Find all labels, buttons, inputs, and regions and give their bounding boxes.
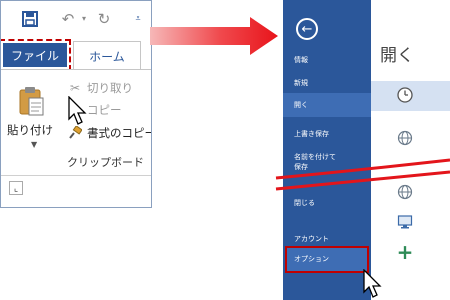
format-painter-button[interactable]: 書式のコピー: [67, 125, 152, 141]
globe-icon-2: [396, 183, 414, 201]
redo-icon[interactable]: ↻: [95, 10, 113, 28]
globe-icon: [396, 129, 414, 147]
nav-item-info[interactable]: 情報: [283, 55, 371, 65]
mouse-cursor-icon: [68, 96, 87, 125]
format-painter-label: 書式のコピー: [87, 126, 152, 140]
ribbon-bottom-divider: [1, 175, 151, 176]
nav-item-save[interactable]: 上書き保存: [283, 129, 371, 139]
computer-icon: [396, 213, 414, 231]
paste-icon[interactable]: [19, 86, 45, 116]
paste-dropdown-icon[interactable]: ▼: [31, 140, 37, 149]
nav-item-save-as-line2: 保存: [294, 163, 308, 171]
backstage-title: 開く: [380, 46, 414, 66]
add-place-icon[interactable]: +: [396, 240, 414, 264]
nav-item-open[interactable]: 開く: [283, 93, 371, 117]
undo-dropdown-icon[interactable]: ▾: [75, 10, 93, 28]
save-icon[interactable]: [21, 10, 39, 28]
quick-access-toolbar: ↶ ▾ ↻ ⩡: [1, 1, 151, 39]
tab-home[interactable]: ホーム: [73, 41, 141, 70]
collapse-ribbon-icon[interactable]: ⌞: [9, 181, 23, 195]
scissors-icon: ✂: [69, 81, 81, 95]
ribbon-tabs: ファイル ホーム: [1, 39, 151, 71]
nav-item-new[interactable]: 新規: [283, 78, 371, 88]
paste-button[interactable]: 貼り付け: [7, 122, 53, 138]
tab-file[interactable]: ファイル: [1, 39, 71, 71]
cut-label: 切り取り: [87, 81, 133, 95]
clipboard-group-label: クリップボード: [67, 156, 144, 169]
backstage-view: ← 情報 新規 開く 上書き保存 名前を付けて 保存 閉じる アカウント オプシ…: [283, 0, 450, 300]
clock-icon: [396, 86, 414, 104]
nav-item-close[interactable]: 閉じる: [283, 198, 371, 208]
nav-item-save-as[interactable]: 名前を付けて 保存: [283, 152, 371, 172]
backstage-nav: ← 情報 新規 開く 上書き保存 名前を付けて 保存 閉じる アカウント オプシ…: [283, 0, 371, 300]
nav-item-save-as-line1: 名前を付けて: [294, 153, 336, 161]
back-arrow-icon[interactable]: ←: [296, 18, 318, 40]
format-painter-icon: [67, 126, 83, 140]
mouse-cursor-icon-2: [363, 269, 382, 298]
nav-item-account[interactable]: アカウント: [283, 234, 371, 244]
transition-arrow: [150, 17, 278, 55]
copy-label: コピー: [87, 103, 122, 117]
nav-item-options[interactable]: オプション: [283, 254, 371, 264]
customize-icon[interactable]: ⩡: [129, 10, 147, 28]
cut-button[interactable]: ✂ 切り取り: [67, 80, 133, 96]
